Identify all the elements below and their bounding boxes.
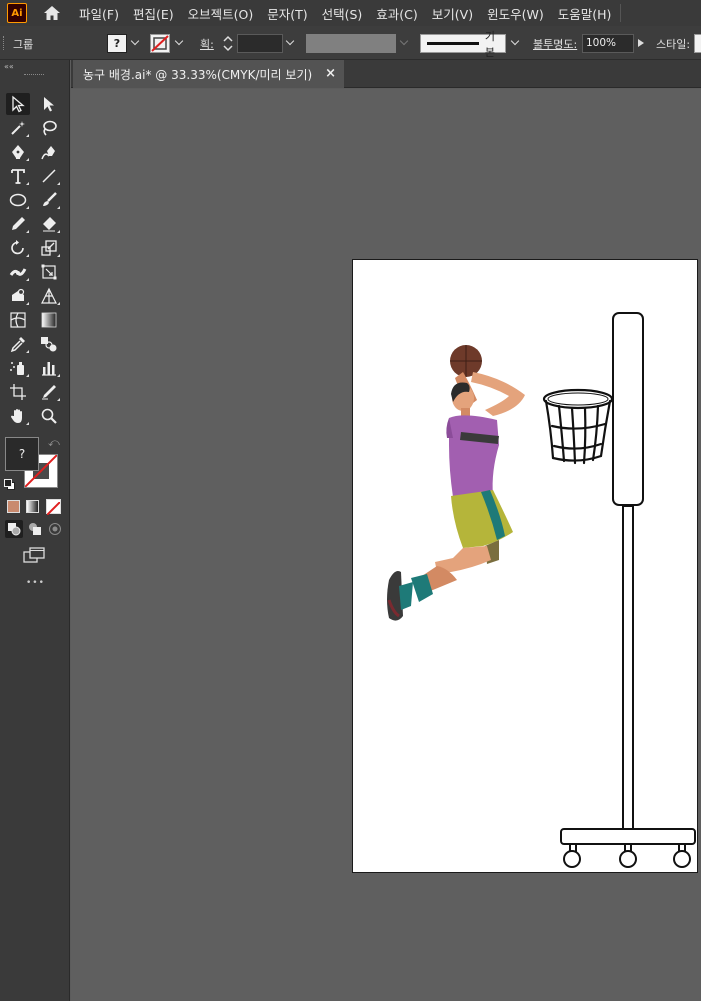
menu-divider	[620, 4, 621, 22]
eyedropper-tool-icon[interactable]	[6, 333, 30, 355]
free-transform-tool-icon[interactable]	[37, 261, 61, 283]
width-tool-icon[interactable]	[6, 261, 30, 283]
none-mode-button[interactable]	[46, 499, 61, 516]
pen-tool-icon[interactable]	[6, 141, 30, 163]
none-stroke-icon	[151, 35, 169, 52]
toolbar-grip[interactable]	[24, 74, 44, 77]
artboard-tool-icon[interactable]	[6, 381, 30, 403]
control-bar: 그룹 ? 획: 기본 불투명도: 100% 스타일:	[0, 26, 701, 60]
default-fill-stroke-icon[interactable]	[4, 475, 15, 490]
hand-tool-icon[interactable]	[6, 405, 30, 427]
opacity-input[interactable]: 100%	[582, 34, 634, 53]
menu-file[interactable]: 파일(F)	[79, 4, 119, 23]
ellipse-tool-icon[interactable]	[6, 189, 30, 211]
opacity-arrow-icon[interactable]	[638, 39, 644, 47]
brush-definition-label: 기본	[484, 29, 495, 59]
menu-effect[interactable]: 효과(C)	[376, 4, 417, 23]
swap-fill-stroke-icon[interactable]: ⤺	[48, 436, 60, 450]
stroke-dropdown-icon[interactable]	[174, 36, 184, 46]
shape-builder-tool-icon[interactable]	[6, 285, 30, 307]
mesh-tool-icon[interactable]	[6, 309, 30, 331]
variable-width-profile[interactable]	[306, 34, 396, 53]
artboard[interactable]	[352, 259, 698, 873]
draw-behind-icon[interactable]	[26, 520, 44, 538]
fill-dropdown-icon[interactable]	[130, 36, 140, 46]
brush-dropdown-icon[interactable]	[510, 36, 520, 46]
gradient-mode-button[interactable]	[26, 500, 39, 513]
basketball-artwork	[387, 312, 696, 868]
stroke-swatch[interactable]	[150, 34, 170, 53]
menu-view[interactable]: 보기(V)	[432, 4, 473, 23]
collapse-toolbar-icon[interactable]: ««	[4, 62, 14, 71]
canvas-area[interactable]	[71, 89, 701, 1001]
type-tool-icon[interactable]	[6, 165, 30, 187]
stroke-weight-dropdown-icon[interactable]	[285, 36, 295, 46]
paintbrush-tool-icon[interactable]	[37, 189, 61, 211]
rotate-tool-icon[interactable]	[6, 237, 30, 259]
column-graph-tool-icon[interactable]	[37, 357, 61, 379]
document-tab[interactable]: 농구 배경.ai* @ 33.33%(CMYK/미리 보기) ×	[73, 60, 344, 88]
none-slash-icon	[46, 501, 61, 516]
control-bar-grip[interactable]	[3, 36, 6, 50]
fill-color-box[interactable]: ?	[5, 437, 39, 471]
menu-window[interactable]: 윈도우(W)	[487, 4, 544, 23]
basketball-player	[387, 345, 525, 621]
edit-toolbar-button[interactable]: •••	[26, 578, 45, 588]
opacity-label: 불투명도:	[533, 38, 578, 51]
stroke-weight-input[interactable]	[237, 34, 283, 53]
home-icon[interactable]	[41, 3, 63, 23]
tools-panel: «« ? ⤺ •••	[0, 60, 70, 1001]
screen-mode-icon[interactable]	[22, 546, 46, 564]
basketball-hoop	[542, 388, 614, 465]
graphic-style-swatch[interactable]	[694, 34, 701, 53]
menu-object[interactable]: 오브젝트(O)	[188, 4, 254, 23]
fill-swatch[interactable]: ?	[107, 34, 127, 53]
menu-help[interactable]: 도움말(H)	[558, 4, 612, 23]
lasso-tool-icon[interactable]	[37, 117, 61, 139]
menu-edit[interactable]: 편집(E)	[133, 4, 174, 23]
magic-wand-tool-icon[interactable]	[6, 117, 30, 139]
basketball-stand	[560, 312, 696, 868]
menu-bar: Ai 파일(F) 편집(E) 오브젝트(O) 문자(T) 선택(S) 효과(C)…	[0, 0, 701, 26]
perspective-grid-tool-icon[interactable]	[37, 285, 61, 307]
curvature-tool-icon[interactable]	[37, 141, 61, 163]
eraser-tool-icon[interactable]	[37, 213, 61, 235]
menu-select[interactable]: 선택(S)	[322, 4, 363, 23]
direct-selection-tool-icon[interactable]	[37, 93, 61, 115]
line-segment-tool-icon[interactable]	[37, 165, 61, 187]
color-mode-button[interactable]	[7, 500, 20, 513]
document-tab-title: 농구 배경.ai* @ 33.33%(CMYK/미리 보기)	[83, 67, 313, 82]
stroke-weight-label: 획:	[200, 38, 214, 51]
scale-tool-icon[interactable]	[37, 237, 61, 259]
close-tab-icon[interactable]: ×	[325, 66, 336, 81]
illustrator-logo: Ai	[7, 3, 27, 23]
pencil-tool-icon[interactable]	[6, 213, 30, 235]
draw-normal-icon[interactable]	[5, 520, 23, 538]
stepper-arrows-icon	[223, 35, 233, 52]
menu-items: 파일(F) 편집(E) 오브젝트(O) 문자(T) 선택(S) 효과(C) 보기…	[79, 4, 625, 23]
slice-tool-icon[interactable]	[37, 381, 61, 403]
zoom-tool-icon[interactable]	[37, 405, 61, 427]
brush-definition-select[interactable]: 기본	[420, 30, 506, 59]
brush-stroke-preview	[427, 42, 479, 45]
style-label: 스타일:	[656, 38, 691, 51]
variable-width-dropdown-icon[interactable]	[399, 36, 409, 46]
document-tab-bar: 농구 배경.ai* @ 33.33%(CMYK/미리 보기) ×	[71, 60, 701, 88]
selection-tool-icon[interactable]	[6, 93, 30, 115]
selection-type-label: 그룹	[13, 38, 34, 51]
draw-inside-icon[interactable]	[46, 520, 64, 538]
symbol-sprayer-tool-icon[interactable]	[6, 357, 30, 379]
menu-type[interactable]: 문자(T)	[267, 4, 307, 23]
stroke-weight-stepper[interactable]	[221, 34, 235, 53]
blend-tool-icon[interactable]	[37, 333, 61, 355]
gradient-tool-icon[interactable]	[37, 309, 61, 331]
